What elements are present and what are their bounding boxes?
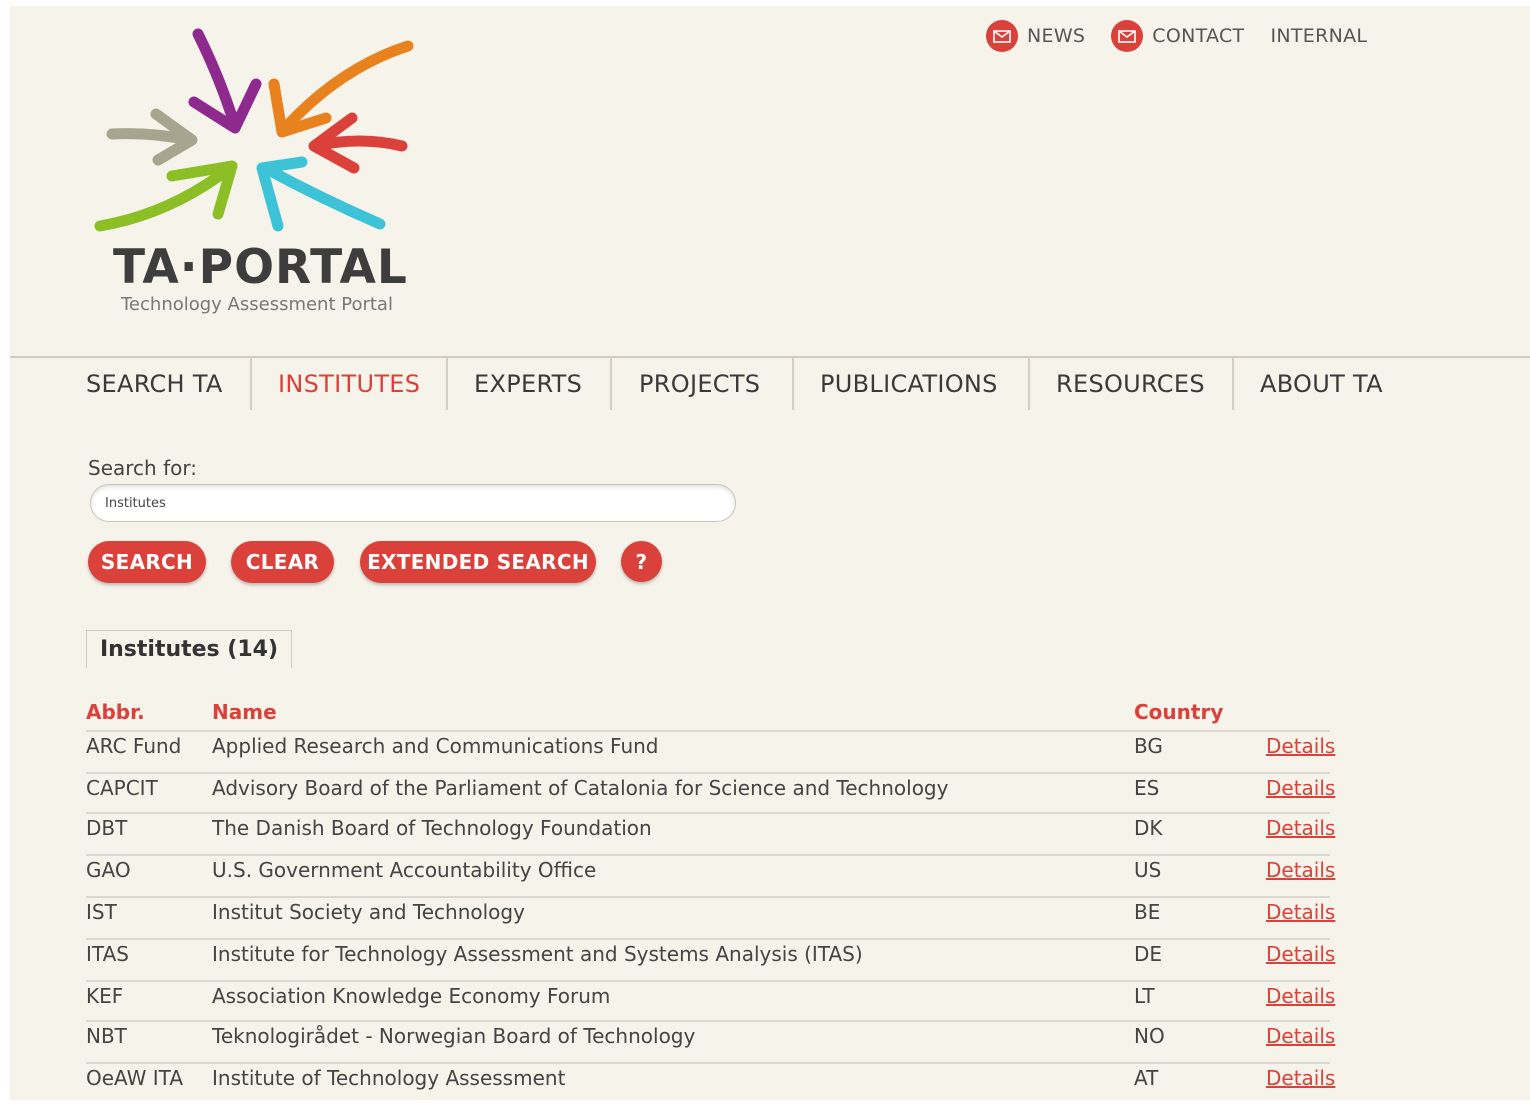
nav-experts[interactable]: EXPERTS bbox=[474, 358, 582, 410]
table-row: OeAW ITA Institute of Technology Assessm… bbox=[86, 1062, 1335, 1106]
cell-abbr: CAPCIT bbox=[86, 776, 158, 800]
details-link[interactable]: Details bbox=[1266, 984, 1335, 1008]
table-row: ITAS Institute for Technology Assessment… bbox=[86, 938, 1335, 982]
cell-country: ES bbox=[1134, 776, 1160, 800]
nav-divider bbox=[1232, 358, 1234, 410]
cell-abbr: KEF bbox=[86, 984, 124, 1008]
cell-country: LT bbox=[1134, 984, 1155, 1008]
extended-search-button[interactable]: EXTENDED SEARCH bbox=[360, 541, 596, 583]
cell-abbr: OeAW ITA bbox=[86, 1066, 184, 1090]
main-nav: SEARCH TA INSTITUTES EXPERTS PROJECTS PU… bbox=[10, 358, 1530, 418]
cell-country: AT bbox=[1134, 1066, 1159, 1090]
clear-button[interactable]: CLEAR bbox=[231, 541, 334, 583]
cell-abbr: ARC Fund bbox=[86, 734, 182, 758]
nav-divider bbox=[610, 358, 612, 410]
cell-name: Institute of Technology Assessment bbox=[212, 1066, 566, 1090]
table-row: NBT Teknologirådet - Norwegian Board of … bbox=[86, 1020, 1335, 1064]
news-link[interactable]: NEWS bbox=[986, 20, 1085, 52]
nav-institutes[interactable]: INSTITUTES bbox=[278, 358, 420, 410]
nav-projects[interactable]: PROJECTS bbox=[639, 358, 760, 410]
details-link[interactable]: Details bbox=[1266, 1024, 1335, 1048]
nav-about-ta[interactable]: ABOUT TA bbox=[1260, 358, 1383, 410]
table-row: GAO U.S. Government Accountability Offic… bbox=[86, 854, 1335, 898]
table-row: IST Institut Society and Technology BE D… bbox=[86, 896, 1335, 940]
page: NEWS CONTACT INTERNAL TA·PORTAL Technolo… bbox=[10, 6, 1530, 1100]
details-link[interactable]: Details bbox=[1266, 942, 1335, 966]
cell-name: Teknologirådet - Norwegian Board of Tech… bbox=[212, 1024, 696, 1048]
search-label: Search for: bbox=[88, 456, 197, 480]
top-links: NEWS CONTACT INTERNAL bbox=[986, 20, 1393, 52]
search-input[interactable] bbox=[90, 484, 736, 522]
cell-abbr: NBT bbox=[86, 1024, 127, 1048]
nav-resources[interactable]: RESOURCES bbox=[1056, 358, 1205, 410]
cell-country: US bbox=[1134, 858, 1162, 882]
cell-abbr: GAO bbox=[86, 858, 131, 882]
cell-country: DK bbox=[1134, 816, 1163, 840]
news-link-label: NEWS bbox=[1027, 25, 1086, 47]
contact-link[interactable]: CONTACT bbox=[1111, 20, 1244, 52]
details-link[interactable]: Details bbox=[1266, 1066, 1335, 1090]
nav-divider bbox=[1028, 358, 1030, 410]
mail-icon bbox=[1111, 20, 1144, 52]
cell-abbr: IST bbox=[86, 900, 117, 924]
table-row: KEF Association Knowledge Economy Forum … bbox=[86, 980, 1335, 1024]
cell-name: U.S. Government Accountability Office bbox=[212, 858, 597, 882]
cell-name: Institut Society and Technology bbox=[212, 900, 525, 924]
internal-link[interactable]: INTERNAL bbox=[1270, 25, 1367, 47]
column-header-country[interactable]: Country bbox=[1134, 700, 1223, 724]
table-row: ARC Fund Applied Research and Communicat… bbox=[86, 730, 1335, 774]
details-link[interactable]: Details bbox=[1266, 900, 1335, 924]
column-header-name[interactable]: Name bbox=[212, 700, 277, 724]
cell-name: Institute for Technology Assessment and … bbox=[212, 942, 863, 966]
details-link[interactable]: Details bbox=[1266, 776, 1335, 800]
logo-title: TA·PORTAL bbox=[113, 240, 408, 295]
details-link[interactable]: Details bbox=[1266, 858, 1335, 882]
table-row: CAPCIT Advisory Board of the Parliament … bbox=[86, 772, 1335, 816]
contact-link-label: CONTACT bbox=[1152, 25, 1245, 47]
nav-publications[interactable]: PUBLICATIONS bbox=[820, 358, 998, 410]
search-button[interactable]: SEARCH bbox=[88, 541, 206, 583]
cell-name: Association Knowledge Economy Forum bbox=[212, 984, 611, 1008]
cell-name: Advisory Board of the Parliament of Cata… bbox=[212, 776, 949, 800]
cell-name: Applied Research and Communications Fund bbox=[212, 734, 659, 758]
nav-divider bbox=[250, 358, 252, 410]
cell-country: BG bbox=[1134, 734, 1163, 758]
cell-abbr: ITAS bbox=[86, 942, 129, 966]
tab-institutes-results[interactable]: Institutes (14) bbox=[86, 630, 292, 668]
internal-link-label: INTERNAL bbox=[1270, 25, 1368, 47]
cell-name: The Danish Board of Technology Foundatio… bbox=[212, 816, 652, 840]
help-button[interactable]: ? bbox=[621, 541, 662, 582]
table-row: DBT The Danish Board of Technology Found… bbox=[86, 812, 1335, 856]
nav-search-ta[interactable]: SEARCH TA bbox=[86, 358, 223, 410]
cell-country: BE bbox=[1134, 900, 1161, 924]
details-link[interactable]: Details bbox=[1266, 734, 1335, 758]
nav-divider bbox=[792, 358, 794, 410]
mail-icon bbox=[986, 20, 1018, 52]
details-link[interactable]: Details bbox=[1266, 816, 1335, 840]
column-header-abbr[interactable]: Abbr. bbox=[86, 700, 145, 724]
nav-divider bbox=[446, 358, 448, 410]
cell-abbr: DBT bbox=[86, 816, 128, 840]
cell-country: NO bbox=[1134, 1024, 1165, 1048]
logo-subtitle: Technology Assessment Portal bbox=[121, 294, 393, 315]
cell-country: DE bbox=[1134, 942, 1163, 966]
